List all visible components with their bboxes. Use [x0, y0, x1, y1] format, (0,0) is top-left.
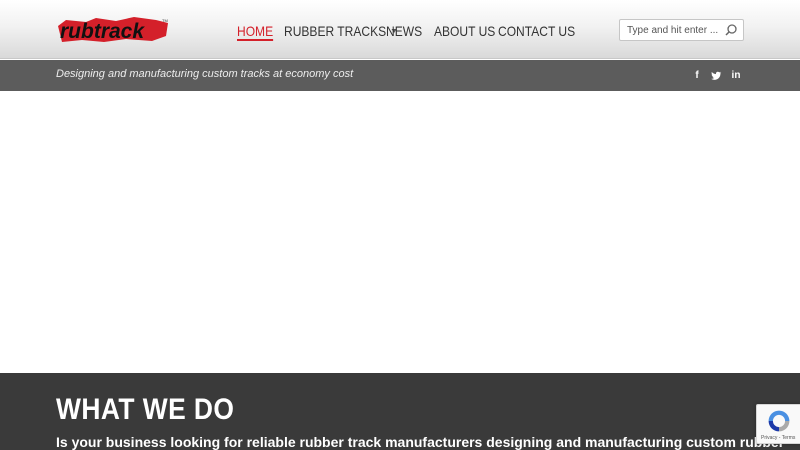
tagline-bar: Designing and manufacturing custom track… [0, 60, 800, 91]
nav-about-us[interactable]: ABOUT US [434, 20, 495, 42]
site-tagline: Designing and manufacturing custom track… [56, 68, 354, 80]
twitter-icon[interactable] [709, 69, 723, 83]
facebook-icon[interactable]: f [690, 69, 704, 83]
recaptcha-privacy-terms[interactable]: Privacy - Terms [761, 435, 795, 441]
nav-news[interactable]: NEWS [386, 20, 422, 42]
linkedin-icon[interactable]: in [729, 69, 743, 83]
search-icon[interactable] [724, 23, 738, 37]
page: rubtrack TM HOME RUBBER TRACKS NEWS ABOU… [0, 0, 800, 450]
svg-text:TM: TM [162, 18, 168, 23]
rubtrack-logo[interactable]: rubtrack TM [56, 14, 170, 44]
site-header: rubtrack TM HOME RUBBER TRACKS NEWS ABOU… [0, 0, 800, 59]
recaptcha-badge[interactable]: Privacy - Terms [756, 404, 800, 444]
nav-contact-us-label: CONTACT US [498, 23, 576, 39]
recaptcha-icon [768, 410, 790, 432]
logo-lettering: rubtrack [60, 20, 145, 43]
nav-contact-us[interactable]: CONTACT US [498, 20, 575, 42]
hero-area [0, 91, 800, 373]
active-underline [237, 39, 274, 41]
nav-news-label: NEWS [386, 23, 423, 39]
section-intro-text: Is your business looking for reliable ru… [56, 434, 785, 450]
nav-home-label: HOME [237, 23, 274, 39]
what-we-do-section: WHAT WE DO Is your business looking for … [0, 373, 800, 450]
nav-rubber-tracks[interactable]: RUBBER TRACKS [284, 20, 397, 42]
nav-home[interactable]: HOME [237, 20, 274, 42]
nav-about-us-label: ABOUT US [434, 23, 496, 39]
twitter-bird-shape [710, 71, 721, 80]
nav-rubber-tracks-label: RUBBER TRACKS [284, 23, 387, 39]
section-title: WHAT WE DO [56, 393, 235, 426]
